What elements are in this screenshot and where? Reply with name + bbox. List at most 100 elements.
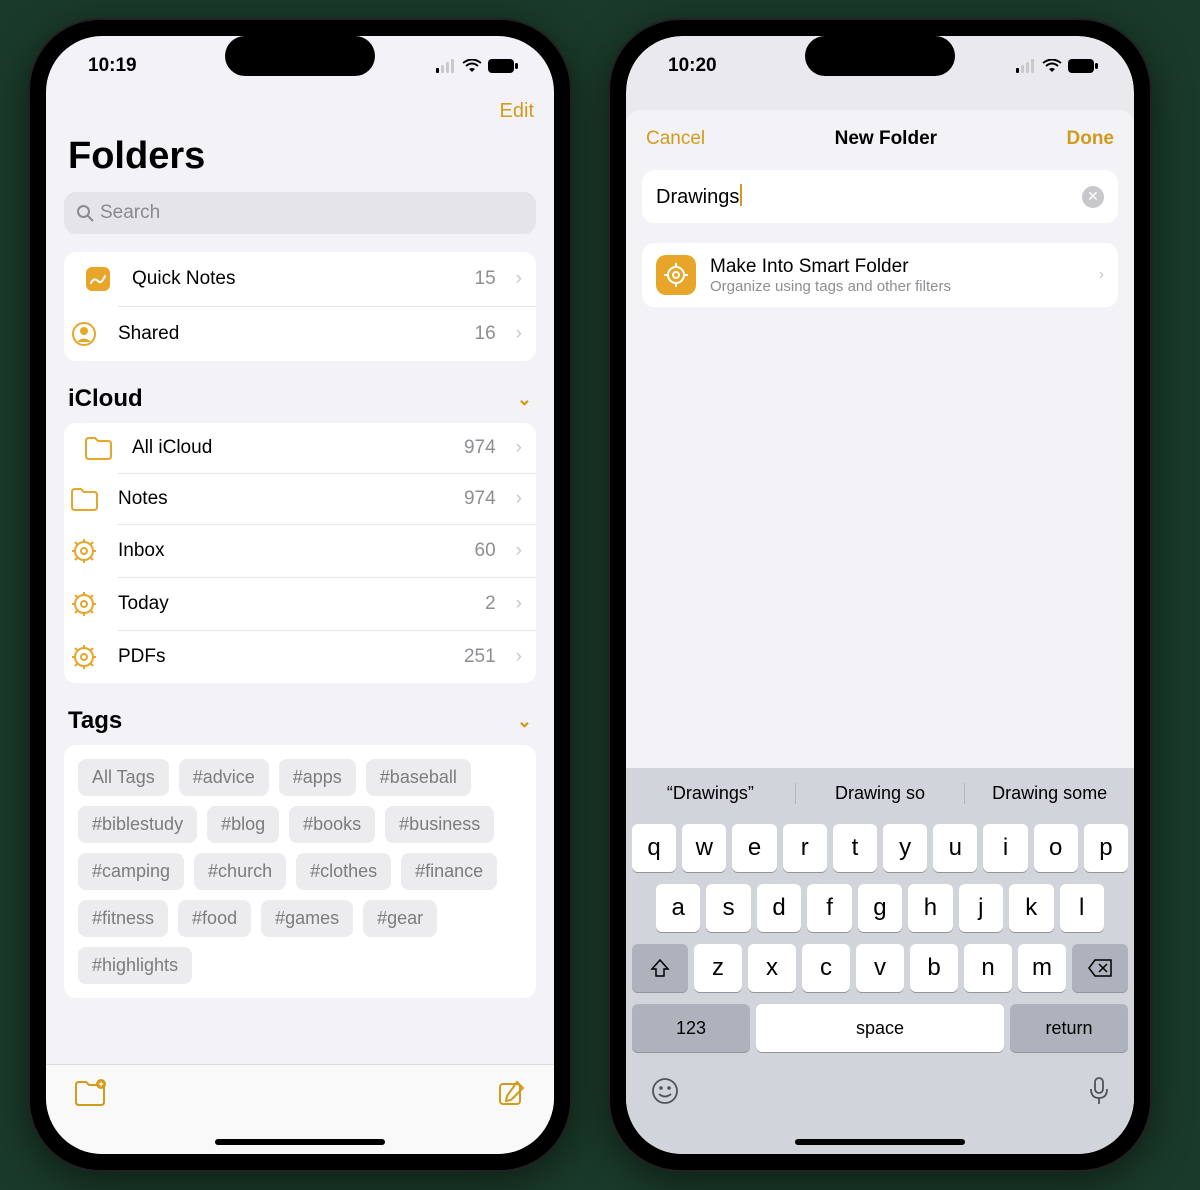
tag-chip[interactable]: #blog [207, 806, 279, 843]
key-h[interactable]: h [908, 884, 952, 932]
row-count: 974 [464, 488, 496, 510]
folder-name-input[interactable]: Drawings ✕ [642, 170, 1118, 223]
tag-chip[interactable]: #advice [179, 759, 269, 796]
shift-key[interactable] [632, 944, 688, 992]
battery-icon [488, 59, 518, 73]
tag-chip[interactable]: #church [194, 853, 286, 890]
tag-chip[interactable]: #camping [78, 853, 184, 890]
row-today[interactable]: Today 2 › [118, 577, 536, 630]
numbers-key[interactable]: 123 [632, 1004, 750, 1052]
compose-button[interactable] [498, 1079, 526, 1107]
key-f[interactable]: f [807, 884, 851, 932]
modal-title: New Folder [835, 128, 937, 150]
screen-folders: 10:19 Edit Folders Search Quick No [46, 36, 554, 1154]
key-n[interactable]: n [964, 944, 1012, 992]
key-e[interactable]: e [732, 824, 776, 872]
key-q[interactable]: q [632, 824, 676, 872]
key-a[interactable]: a [656, 884, 700, 932]
key-u[interactable]: u [933, 824, 977, 872]
keyboard: “Drawings” Drawing so Drawing some qwert… [626, 768, 1134, 1154]
key-b[interactable]: b [910, 944, 958, 992]
key-v[interactable]: v [856, 944, 904, 992]
clear-button[interactable]: ✕ [1082, 186, 1104, 208]
row-notes[interactable]: Notes 974 › [118, 473, 536, 524]
chevron-right-icon: › [516, 646, 522, 668]
tag-chip[interactable]: #baseball [366, 759, 471, 796]
done-button[interactable]: Done [1067, 128, 1115, 150]
search-input[interactable]: Search [64, 192, 536, 234]
key-m[interactable]: m [1018, 944, 1066, 992]
cancel-button[interactable]: Cancel [646, 128, 705, 150]
key-o[interactable]: o [1034, 824, 1078, 872]
make-smart-folder-row[interactable]: Make Into Smart Folder Organize using ta… [642, 243, 1118, 307]
tag-chip[interactable]: #business [385, 806, 494, 843]
page-title: Folders [64, 133, 536, 192]
dictation-button[interactable] [1088, 1076, 1110, 1106]
home-indicator[interactable] [795, 1139, 965, 1145]
chevron-right-icon: › [516, 593, 522, 615]
row-label: Inbox [118, 540, 461, 562]
key-z[interactable]: z [694, 944, 742, 992]
screen-new-folder: 10:20 Cancel New Folder Done Drawings ✕ [626, 36, 1134, 1154]
row-shared[interactable]: Shared 16 › [118, 306, 536, 361]
tag-chip[interactable]: #games [261, 900, 353, 937]
tag-chip[interactable]: #fitness [78, 900, 168, 937]
row-pdfs[interactable]: PDFs 251 › [118, 630, 536, 683]
key-g[interactable]: g [858, 884, 902, 932]
notch [225, 36, 375, 76]
battery-icon [1068, 59, 1098, 73]
chevron-right-icon: › [516, 268, 522, 290]
home-indicator[interactable] [215, 1139, 385, 1145]
key-t[interactable]: t [833, 824, 877, 872]
tag-chip[interactable]: All Tags [78, 759, 169, 796]
status-time: 10:20 [668, 55, 717, 77]
key-s[interactable]: s [706, 884, 750, 932]
tag-chip[interactable]: #food [178, 900, 251, 937]
tag-chip[interactable]: #highlights [78, 947, 192, 984]
key-w[interactable]: w [682, 824, 726, 872]
edit-button[interactable]: Edit [500, 100, 534, 123]
phone-left: 10:19 Edit Folders Search Quick No [30, 20, 570, 1170]
row-count: 16 [475, 323, 496, 345]
section-title: Tags [68, 707, 122, 735]
row-all-icloud[interactable]: All iCloud 974 › [64, 423, 536, 473]
key-r[interactable]: r [783, 824, 827, 872]
key-d[interactable]: d [757, 884, 801, 932]
suggestion[interactable]: Drawing some [964, 783, 1134, 804]
nav-header: Edit [46, 96, 554, 133]
tag-chip[interactable]: #biblestudy [78, 806, 197, 843]
status-time: 10:19 [88, 55, 137, 77]
key-j[interactable]: j [959, 884, 1003, 932]
section-header-tags[interactable]: Tags ⌄ [64, 707, 536, 745]
new-folder-button[interactable]: + [74, 1079, 106, 1107]
return-key[interactable]: return [1010, 1004, 1128, 1052]
tag-chip[interactable]: #finance [401, 853, 497, 890]
key-k[interactable]: k [1009, 884, 1053, 932]
key-c[interactable]: c [802, 944, 850, 992]
row-quick-notes[interactable]: Quick Notes 15 › [64, 252, 536, 306]
key-p[interactable]: p [1084, 824, 1128, 872]
key-l[interactable]: l [1060, 884, 1104, 932]
backspace-key[interactable] [1072, 944, 1128, 992]
key-x[interactable]: x [748, 944, 796, 992]
row-inbox[interactable]: Inbox 60 › [118, 524, 536, 577]
section-header-icloud[interactable]: iCloud ⌄ [64, 385, 536, 423]
notch [805, 36, 955, 76]
space-key[interactable]: space [756, 1004, 1004, 1052]
emoji-button[interactable] [650, 1076, 680, 1106]
tag-chip[interactable]: #apps [279, 759, 356, 796]
chevron-right-icon: › [516, 437, 522, 459]
suggestion[interactable]: Drawing so [795, 783, 965, 804]
key-y[interactable]: y [883, 824, 927, 872]
status-icons [436, 59, 518, 73]
row-label: Shared [118, 323, 461, 345]
tag-chip[interactable]: #clothes [296, 853, 391, 890]
key-i[interactable]: i [983, 824, 1027, 872]
tag-chip[interactable]: #gear [363, 900, 437, 937]
text-cursor [740, 184, 742, 206]
suggestion[interactable]: “Drawings” [626, 783, 795, 804]
row-count: 251 [464, 646, 496, 668]
gear-icon [71, 591, 97, 617]
tag-chip[interactable]: #books [289, 806, 375, 843]
row-label: Today [118, 593, 471, 615]
